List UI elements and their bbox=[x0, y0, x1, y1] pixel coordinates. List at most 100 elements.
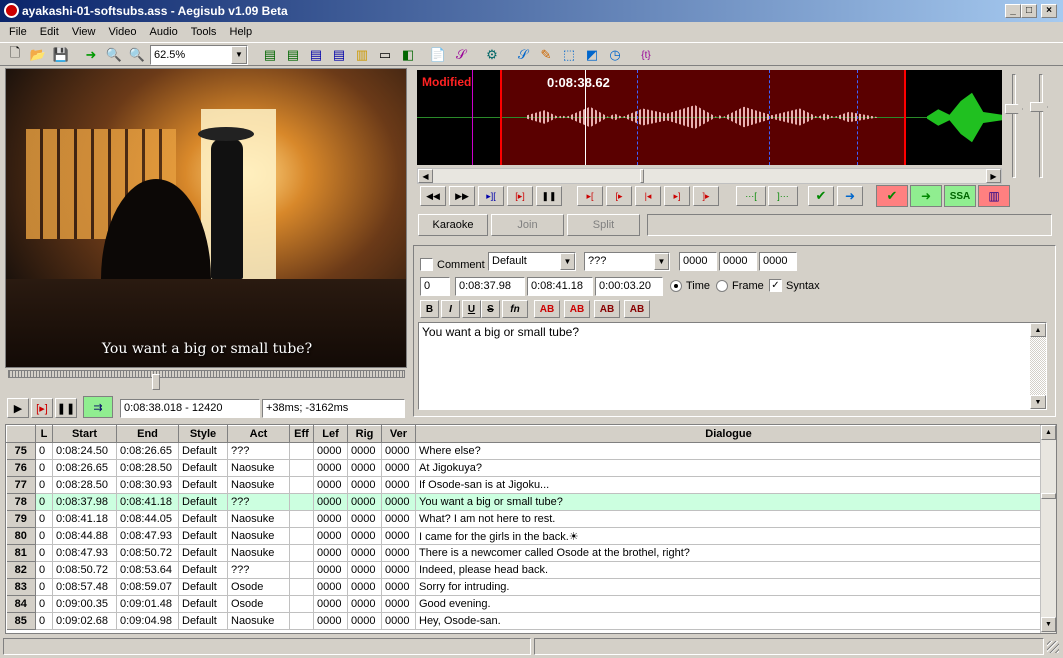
strikeout-button[interactable]: S bbox=[481, 300, 500, 318]
table-row[interactable]: 78 0 0:08:37.98 0:08:41.18 Default??? 0000 000… bbox=[6, 493, 1042, 511]
audio-zoom-slider[interactable] bbox=[1012, 74, 1016, 178]
video-display[interactable]: You want a big or small tube? bbox=[5, 68, 407, 368]
comment-checkbox[interactable] bbox=[420, 258, 433, 271]
prev-line-button[interactable]: ◀◀ bbox=[420, 186, 446, 206]
timing-postprocess-icon[interactable]: ◩ bbox=[582, 45, 602, 65]
jump-end-icon[interactable]: ▤ bbox=[306, 45, 326, 65]
open-video-icon[interactable]: ➜ bbox=[81, 45, 101, 65]
table-row[interactable]: 81 0 0:08:47.93 0:08:50.72 Default Naosuke 000… bbox=[6, 544, 1042, 562]
header-style[interactable]: Style bbox=[178, 425, 228, 443]
header-start[interactable]: Start bbox=[52, 425, 117, 443]
keyframe-icon[interactable]: ◧ bbox=[398, 45, 418, 65]
chevron-down-icon[interactable]: ▼ bbox=[1030, 395, 1046, 409]
font-button[interactable]: fn bbox=[502, 300, 528, 318]
subtitle-text-area[interactable]: You want a big or small tube? ▲ ▼ bbox=[418, 322, 1047, 410]
auto-commit-toggle[interactable]: ✔ bbox=[876, 185, 908, 207]
duration-field[interactable]: 0:00:03.20 bbox=[595, 277, 663, 296]
translation-icon[interactable]: 𝒮 bbox=[513, 45, 533, 65]
header-end[interactable]: End bbox=[116, 425, 179, 443]
goto-next-button[interactable]: ➜ bbox=[837, 186, 863, 206]
jump-video-icon[interactable]: ▤ bbox=[260, 45, 280, 65]
underline-button[interactable]: U bbox=[462, 300, 481, 318]
audio-volume-thumb[interactable] bbox=[1030, 102, 1048, 112]
end-marker[interactable] bbox=[904, 70, 906, 165]
secondary-color-button[interactable]: AB bbox=[564, 300, 590, 318]
spectrum-toggle[interactable]: ▥ bbox=[978, 185, 1010, 207]
video-seek-bar[interactable] bbox=[8, 370, 405, 378]
header-margin-left[interactable]: Lef bbox=[313, 425, 348, 443]
audio-volume-slider[interactable] bbox=[1039, 74, 1043, 178]
chevron-right-icon[interactable]: ▶ bbox=[986, 169, 1001, 183]
video-details-icon[interactable]: ▭ bbox=[375, 45, 395, 65]
resample-icon[interactable]: ⬚ bbox=[559, 45, 579, 65]
table-row[interactable]: 79 0 0:08:41.18 0:08:44.05 Default Naosuke 000… bbox=[6, 510, 1042, 528]
play-line-button[interactable]: [▸] bbox=[31, 398, 53, 418]
grid-scroll-thumb[interactable] bbox=[1041, 493, 1056, 499]
audio-scrollbar[interactable]: ◀ ▶ bbox=[417, 168, 1002, 184]
header-effect[interactable]: Eff bbox=[289, 425, 314, 443]
pause-button[interactable]: ❚❚ bbox=[55, 398, 77, 418]
table-row[interactable]: 75 0 0:08:24.50 0:08:26.65 Default??? 0000 000… bbox=[6, 442, 1042, 460]
next-line-button[interactable]: ▶▶ bbox=[449, 186, 475, 206]
table-row[interactable]: 76 0 0:08:26.65 0:08:28.50 Default Naosuke 000… bbox=[6, 459, 1042, 477]
header-number[interactable] bbox=[6, 425, 36, 443]
header-layer[interactable]: L bbox=[35, 425, 53, 443]
grid-scrollbar[interactable]: ▲ ▼ bbox=[1040, 425, 1056, 633]
menu-tools[interactable]: Tools bbox=[186, 23, 222, 41]
close-button[interactable]: × bbox=[1041, 4, 1057, 18]
automation-icon[interactable]: ⚙ bbox=[482, 45, 502, 65]
play-line-audio-button[interactable]: [▸] bbox=[507, 186, 533, 206]
zoom-in-icon[interactable]: 🔍 bbox=[104, 45, 124, 65]
table-row[interactable]: 84 0 0:09:00.35 0:09:01.48 Default Osode 0000 0… bbox=[6, 595, 1042, 613]
margin-vertical-field[interactable]: 0000 bbox=[759, 252, 797, 271]
play-to-end-button[interactable]: ▸] bbox=[664, 186, 690, 206]
table-row[interactable]: 77 0 0:08:28.50 0:08:30.93 Default Naosuke 000… bbox=[6, 476, 1042, 494]
layer-field[interactable]: 0 bbox=[420, 277, 450, 296]
play-after-end-button[interactable]: ]▸ bbox=[693, 186, 719, 206]
table-row[interactable]: 85 0 0:09:02.68 0:09:04.98 Default Naosuke 000… bbox=[6, 612, 1042, 630]
karaoke-button[interactable]: Karaoke bbox=[418, 214, 488, 236]
table-row[interactable]: 82 0 0:08:50.72 0:08:53.64 Default??? 0000 000… bbox=[6, 561, 1042, 579]
audio-zoom-thumb[interactable] bbox=[1005, 104, 1023, 114]
maximize-button[interactable]: □ bbox=[1021, 4, 1037, 18]
margin-right-field[interactable]: 0000 bbox=[719, 252, 757, 271]
chevron-down-icon[interactable]: ▼ bbox=[1041, 617, 1056, 632]
audio-waveform[interactable]: Modified 0:08:38.62 bbox=[417, 70, 1002, 165]
resize-grip[interactable] bbox=[1047, 641, 1059, 653]
header-actor[interactable]: Act bbox=[227, 425, 290, 443]
lead-in-button[interactable]: ···[ bbox=[736, 186, 766, 206]
clock-icon[interactable]: ◷ bbox=[605, 45, 625, 65]
video-time-field[interactable]: 0:08:38.018 - 12420 bbox=[120, 399, 260, 418]
chevron-left-icon[interactable]: ◀ bbox=[418, 169, 433, 183]
italic-button[interactable]: I bbox=[441, 300, 460, 318]
menu-file[interactable]: File bbox=[4, 23, 32, 41]
snap-end-icon[interactable]: ▥ bbox=[352, 45, 372, 65]
actor-select[interactable]: ??? ▼ bbox=[584, 252, 670, 271]
style-select[interactable]: Default ▼ bbox=[488, 252, 576, 271]
kanji-timer-icon[interactable]: ✎ bbox=[536, 45, 556, 65]
video-seek-thumb[interactable] bbox=[152, 374, 160, 390]
outline-color-button[interactable]: AB bbox=[594, 300, 620, 318]
ssa-mode-toggle[interactable]: SSA bbox=[944, 185, 976, 207]
play-selection-button[interactable]: ▸][ bbox=[478, 186, 504, 206]
bold-button[interactable]: B bbox=[420, 300, 439, 318]
play-before-end-button[interactable]: |◂ bbox=[635, 186, 661, 206]
end-time-field[interactable]: 0:08:41.18 bbox=[527, 277, 593, 296]
autoscroll-toggle[interactable]: ⇉ bbox=[83, 396, 113, 418]
menu-edit[interactable]: Edit bbox=[35, 23, 64, 41]
play-before-start-button[interactable]: ▸[ bbox=[577, 186, 603, 206]
syntax-checkbox[interactable]: ✓ bbox=[769, 279, 782, 292]
zoom-out-icon[interactable]: 🔍 bbox=[127, 45, 147, 65]
start-marker[interactable] bbox=[500, 70, 502, 165]
properties-icon[interactable]: 📄 bbox=[428, 45, 448, 65]
audio-scroll-thumb[interactable] bbox=[640, 169, 644, 183]
play-button[interactable]: ▶ bbox=[7, 398, 29, 418]
time-radio[interactable] bbox=[670, 280, 682, 292]
menu-view[interactable]: View bbox=[67, 23, 101, 41]
video-offset-field[interactable]: +38ms; -3162ms bbox=[262, 399, 405, 418]
join-button[interactable]: Join bbox=[491, 214, 564, 236]
auto-next-toggle[interactable]: ➜ bbox=[910, 185, 942, 207]
snap-start-icon[interactable]: ▤ bbox=[329, 45, 349, 65]
header-margin-vertical[interactable]: Ver bbox=[381, 425, 416, 443]
text-scrollbar[interactable]: ▲ ▼ bbox=[1030, 323, 1046, 409]
